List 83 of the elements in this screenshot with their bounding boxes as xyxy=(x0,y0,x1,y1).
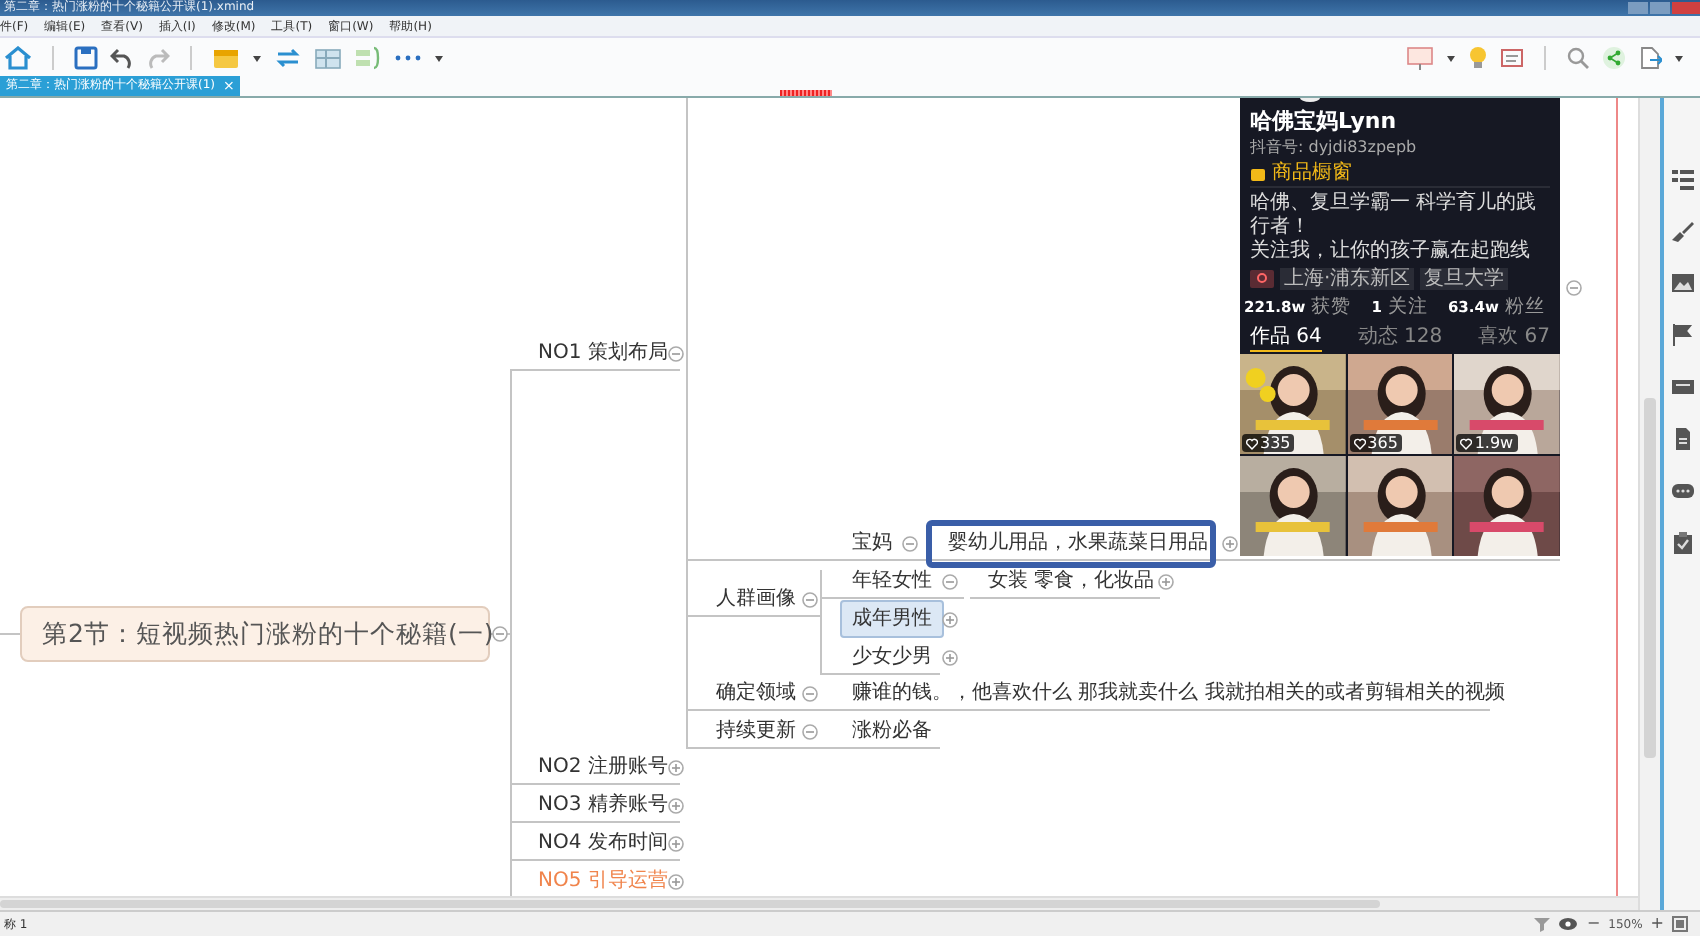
topic-icon[interactable] xyxy=(212,45,240,69)
zoom-in-button[interactable]: + xyxy=(1650,914,1664,934)
expand-icon[interactable] xyxy=(1222,536,1238,552)
expand-icon[interactable] xyxy=(668,836,684,852)
topic-label[interactable]: 婴幼儿用品，水果蔬菜日用品 xyxy=(926,520,1216,568)
export-icon[interactable] xyxy=(1638,45,1662,69)
expand-icon[interactable] xyxy=(668,760,684,776)
close-button[interactable] xyxy=(1672,1,1700,13)
collapse-icon[interactable] xyxy=(802,686,818,702)
like-count: 1.9w xyxy=(1474,434,1514,452)
topic-label[interactable]: 宝妈 xyxy=(848,528,896,560)
profile-tab[interactable]: 动态 128 xyxy=(1357,324,1443,352)
profile-tab[interactable]: 喜欢 67 xyxy=(1478,324,1550,352)
topic-label[interactable]: NO3 精养账号 xyxy=(534,790,672,822)
vertical-scrollbar[interactable] xyxy=(1644,398,1657,758)
collapse-icon[interactable] xyxy=(802,592,818,608)
profile-tab[interactable]: 作品 64 xyxy=(1250,324,1322,352)
bio-text: 哈佛、复旦学霸一 科学育儿的践行者！ xyxy=(1250,192,1539,239)
minimize-button[interactable] xyxy=(1628,1,1648,13)
topic-label[interactable]: NO1 策划布局 xyxy=(534,338,672,370)
account-id: 抖音号: dyjdi83zpepb xyxy=(1250,136,1419,158)
profile-tag: 复旦大学 xyxy=(1420,268,1509,290)
expand-icon[interactable] xyxy=(668,874,684,890)
eye-icon[interactable] xyxy=(1558,916,1579,932)
central-topic[interactable]: 第2节：短视频热门涨粉的十个秘籍(一) xyxy=(20,606,490,662)
comment-icon[interactable] xyxy=(1671,480,1693,502)
outline-icon[interactable] xyxy=(1671,168,1693,190)
topic-label[interactable]: 持续更新 xyxy=(712,716,800,748)
expand-icon[interactable] xyxy=(942,650,958,666)
topic-label[interactable]: 涨粉必备 xyxy=(848,716,936,748)
save-icon[interactable] xyxy=(74,45,98,69)
redo-icon[interactable] xyxy=(146,45,170,69)
topic-label[interactable]: 确定领域 xyxy=(712,678,800,710)
shop-icon xyxy=(1250,166,1266,182)
collapse-icon[interactable] xyxy=(492,626,508,642)
marker-bar xyxy=(780,90,832,96)
topic-label[interactable]: 人群画像 xyxy=(712,584,800,616)
collapse-icon[interactable] xyxy=(902,536,918,552)
topic-label[interactable]: 赚谁的钱。，他喜欢什么 那我就卖什么 我就拍相关的或者剪辑相关的视频 xyxy=(848,678,1509,710)
swap-icon[interactable] xyxy=(274,45,302,69)
collapse-icon[interactable] xyxy=(1566,280,1582,296)
topic-label[interactable]: 少女少男 xyxy=(848,642,936,674)
expand-icon[interactable] xyxy=(942,612,958,628)
expand-icon[interactable] xyxy=(1158,574,1174,590)
topic-label[interactable]: NO4 发布时间 xyxy=(534,828,672,860)
gender-tag-icon xyxy=(1250,270,1274,288)
profile-tag: 上海·浦东新区 xyxy=(1280,268,1415,290)
bracket-icon[interactable] xyxy=(354,45,382,69)
filter-icon[interactable] xyxy=(1534,916,1551,932)
label-icon[interactable] xyxy=(1671,376,1693,398)
brush-icon[interactable] xyxy=(1671,220,1693,242)
heart-icon xyxy=(1246,437,1258,449)
share-icon[interactable] xyxy=(1602,45,1626,69)
expand-icon[interactable] xyxy=(668,798,684,814)
task-icon[interactable] xyxy=(1671,532,1693,554)
search-icon[interactable] xyxy=(1566,45,1590,69)
topic-label[interactable]: 成年男性 xyxy=(840,600,944,638)
heart-icon xyxy=(1460,437,1473,449)
maximize-button[interactable] xyxy=(1650,1,1670,13)
flag-icon[interactable] xyxy=(1671,324,1693,346)
topic-label[interactable]: 年轻女性 xyxy=(848,566,936,598)
collapse-icon[interactable] xyxy=(942,574,958,590)
document-icon[interactable] xyxy=(1671,428,1693,450)
profile-name: 哈佛宝妈Lynn xyxy=(1250,108,1399,136)
lightbulb-icon[interactable] xyxy=(1468,45,1488,69)
topic-label[interactable]: 女装 零食，化妆品 xyxy=(984,566,1159,598)
shop-link[interactable]: 商品橱窗 xyxy=(1272,162,1352,186)
table-icon[interactable] xyxy=(314,45,342,69)
fit-icon[interactable] xyxy=(1672,916,1688,932)
heart-icon xyxy=(1353,437,1366,449)
like-count: 335 xyxy=(1260,434,1291,452)
like-count: 365 xyxy=(1367,434,1398,452)
zoom-out-button[interactable]: − xyxy=(1586,914,1601,934)
image-icon[interactable] xyxy=(1671,272,1693,294)
undo-icon[interactable] xyxy=(110,45,134,69)
presentation-icon[interactable] xyxy=(1406,45,1434,69)
home-icon[interactable] xyxy=(4,45,32,69)
card-icon[interactable] xyxy=(1500,45,1524,69)
bio-text: 关注我，让你的孩子赢在起跑线 xyxy=(1250,240,1532,264)
collapse-icon[interactable] xyxy=(668,346,684,362)
collapse-icon[interactable] xyxy=(802,724,818,740)
topic-label[interactable]: NO2 注册账号 xyxy=(534,752,672,784)
horizontal-scrollbar[interactable] xyxy=(0,900,1380,909)
